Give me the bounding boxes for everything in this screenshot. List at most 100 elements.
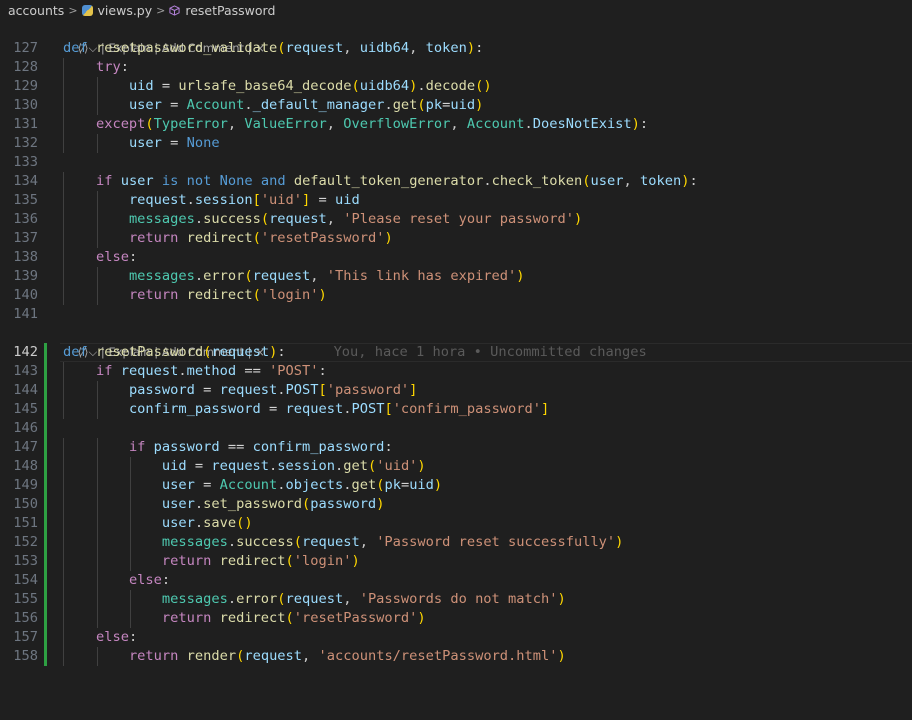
code-token: return: [128, 287, 179, 303]
code-line[interactable]: 155 messages.error(request, 'Passwords d…: [0, 590, 912, 609]
code-line[interactable]: 139 messages.error(request, 'This link h…: [0, 267, 912, 286]
added-lines-marker[interactable]: [44, 552, 47, 571]
code-line[interactable]: 134 if user is not None and default_toke…: [0, 172, 912, 191]
code-token: .: [194, 268, 204, 284]
inline-blame: You, hace 1 hora • Uncommitted changes: [333, 344, 647, 360]
code-token: get: [351, 477, 377, 493]
code-line[interactable]: 142 def resetPassword(request): You, hace …: [0, 343, 912, 362]
code-token: ,: [409, 40, 426, 56]
code-text: return redirect('login'): [63, 552, 360, 571]
added-lines-marker[interactable]: [44, 514, 47, 533]
added-lines-marker[interactable]: [44, 476, 47, 495]
code-line[interactable]: 145 confirm_password = request.POST['con…: [0, 400, 912, 419]
code-token: success: [203, 211, 261, 227]
code-token: .: [277, 477, 286, 493]
code-text: def resetPassword(request): You, hace 1 h…: [63, 343, 647, 362]
code-line[interactable]: 154 else:: [0, 571, 912, 590]
code-line[interactable]: 151 user.save(): [0, 514, 912, 533]
code-token: None: [186, 135, 220, 151]
added-lines-marker[interactable]: [44, 457, 47, 476]
codelens-row: ⟨⁄⟩⌵ | Explain | Add Comment | ×: [0, 324, 912, 359]
code-token: :: [689, 173, 698, 189]
code-token: method: [186, 363, 237, 379]
code-token: request: [211, 458, 270, 474]
code-line[interactable]: 157 else:: [0, 628, 912, 647]
code-line[interactable]: 147 if password == confirm_password:: [0, 438, 912, 457]
breadcrumb: accounts > views.py > resetPassword: [0, 0, 912, 20]
chevron-right-icon: >: [156, 3, 166, 17]
code-line[interactable]: 140 return redirect('login'): [0, 286, 912, 305]
code-line[interactable]: 138 else:: [0, 248, 912, 267]
code-line[interactable]: 143 if request.method == 'POST':: [0, 362, 912, 381]
added-lines-marker[interactable]: [44, 400, 47, 419]
indent-guide: [63, 647, 64, 666]
added-lines-marker[interactable]: [44, 438, 47, 457]
code-token: uid: [335, 192, 360, 208]
code-token: user: [120, 173, 154, 189]
codelens-row: ⟨⁄⟩⌵ | Explain | Add Comment | ×: [0, 20, 912, 55]
breadcrumb-symbol[interactable]: resetPassword: [185, 3, 275, 18]
added-lines-marker[interactable]: [44, 647, 47, 666]
code-token: get: [343, 458, 368, 474]
code-text: return redirect('resetPassword'): [63, 229, 393, 248]
breadcrumb-folder[interactable]: accounts: [8, 3, 64, 18]
added-lines-marker[interactable]: [44, 381, 47, 400]
code-line[interactable]: 135 request.session['uid'] = uid: [0, 191, 912, 210]
added-lines-marker[interactable]: [44, 362, 47, 381]
code-token: OverflowError: [343, 116, 451, 132]
code-line[interactable]: 131 except(TypeError, ValueError, Overfl…: [0, 115, 912, 134]
code-token: user: [161, 477, 195, 493]
code-line[interactable]: 148 uid = request.session.get('uid'): [0, 457, 912, 476]
code-line[interactable]: 130 user = Account._default_manager.get(…: [0, 96, 912, 115]
code-token: 'confirm_password': [392, 401, 542, 417]
line-number: 140: [13, 287, 38, 303]
code-text: uid = urlsafe_base64_decode(uidb64).deco…: [63, 77, 492, 96]
code-text: else:: [63, 248, 137, 267]
added-lines-marker[interactable]: [44, 533, 47, 552]
code-token: ,: [343, 40, 360, 56]
code-editor[interactable]: ⟨⁄⟩⌵ | Explain | Add Comment | × 127 def …: [0, 20, 912, 666]
code-line[interactable]: 144 password = request.POST['password']: [0, 381, 912, 400]
code-line[interactable]: 132 user = None: [0, 134, 912, 153]
breadcrumb-file[interactable]: views.py: [98, 3, 153, 18]
code-token: .: [277, 382, 286, 398]
added-lines-marker[interactable]: [44, 495, 47, 514]
added-lines-marker[interactable]: [44, 590, 47, 609]
code-token: redirect: [186, 287, 253, 303]
added-lines-marker[interactable]: [44, 571, 47, 590]
added-lines-marker[interactable]: [44, 343, 47, 362]
chevron-right-icon: >: [68, 3, 78, 17]
indent-guide: [96, 609, 98, 628]
code-line[interactable]: 141: [0, 305, 912, 324]
added-lines-marker[interactable]: [44, 609, 47, 628]
added-lines-marker[interactable]: [44, 628, 47, 647]
code-line[interactable]: 149 user = Account.objects.get(pk=uid): [0, 476, 912, 495]
code-line[interactable]: 150 user.set_password(password): [0, 495, 912, 514]
indent-guide: [96, 457, 98, 476]
code-line[interactable]: 153 return redirect('login'): [0, 552, 912, 571]
code-line[interactable]: 137 return redirect('resetPassword'): [0, 229, 912, 248]
line-number: 134: [13, 173, 38, 189]
code-token: TypeError: [153, 116, 228, 132]
code-line[interactable]: 127 def resetpassword_validate(request, u…: [0, 39, 912, 58]
code-line[interactable]: 156 return redirect('resetPassword'): [0, 609, 912, 628]
code-line[interactable]: 152 messages.success(request, 'Password …: [0, 533, 912, 552]
code-line[interactable]: 146: [0, 419, 912, 438]
code-token: [: [318, 382, 327, 398]
indent-guide: [63, 115, 64, 134]
line-number: 152: [13, 534, 38, 550]
line-number: 154: [13, 572, 38, 588]
code-line[interactable]: 133: [0, 153, 912, 172]
indent-guide: [96, 438, 98, 457]
indent-guide: [96, 229, 98, 248]
code-token: .: [194, 211, 204, 227]
code-line[interactable]: 129 uid = urlsafe_base64_decode(uidb64).…: [0, 77, 912, 96]
code-line[interactable]: 158 return render(request, 'accounts/res…: [0, 647, 912, 666]
code-line[interactable]: 128 try:: [0, 58, 912, 77]
code-line[interactable]: 136 messages.success(request, 'Please re…: [0, 210, 912, 229]
code-token: :: [128, 249, 138, 265]
added-lines-marker[interactable]: [44, 419, 47, 438]
line-number: 157: [13, 629, 38, 645]
